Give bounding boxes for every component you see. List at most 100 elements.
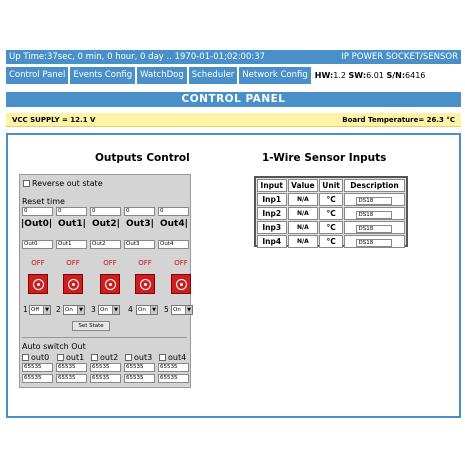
select-value: On <box>173 307 181 313</box>
chevron-down-icon: ▼ <box>112 306 119 314</box>
out-state-select-1[interactable]: Off ▼ <box>29 305 51 315</box>
out-name-input-3[interactable]: Out3 <box>124 240 155 249</box>
reverse-out-row[interactable]: Reverse out state <box>23 179 103 188</box>
auto-value-2-4[interactable]: 65535 <box>158 374 189 383</box>
auto-check-label-4: out4 <box>168 353 187 362</box>
select-number-1: 1 <box>23 305 28 314</box>
select-value: Off <box>31 307 40 313</box>
power-button-2[interactable] <box>100 274 120 294</box>
sensor-unit: °C <box>319 221 343 234</box>
out-name-input-4[interactable]: Out4 <box>158 240 189 249</box>
power-button-3[interactable] <box>135 274 155 294</box>
auto-value-1-4[interactable]: 65535 <box>158 363 189 372</box>
nav-network-config[interactable]: Network Config <box>239 67 311 84</box>
auto-check-3[interactable]: out3 <box>125 353 152 362</box>
chevron-down-icon: ▼ <box>185 306 192 314</box>
auto-value-2-0[interactable]: 65535 <box>22 374 53 383</box>
out-state-label-3: OFF <box>138 259 152 267</box>
version-info: HW:1.2 SW:6.01 S/N:6416 <box>315 71 426 80</box>
auto-checkbox-4[interactable] <box>159 354 166 361</box>
reset-time-input-3[interactable]: 0 <box>124 207 155 216</box>
auto-checkbox-0[interactable] <box>22 354 29 361</box>
sensors-title: 1-Wire Sensor Inputs <box>262 152 387 164</box>
power-icon <box>104 278 116 290</box>
select-number-5: 5 <box>164 305 169 314</box>
sensor-input: Inp4 <box>257 235 287 248</box>
auto-value-1-3[interactable]: 65535 <box>124 363 155 372</box>
column-header: Value <box>287 179 319 192</box>
reset-time-label: Reset time <box>22 197 65 206</box>
nav-control-panel[interactable]: Control Panel <box>6 67 69 84</box>
select-number-3: 3 <box>91 305 96 314</box>
auto-check-1[interactable]: out1 <box>57 353 84 362</box>
vcc-supply: VCC SUPPLY = 12.1 V <box>12 116 96 124</box>
auto-value-2-1[interactable]: 65535 <box>56 374 87 383</box>
out-state-select-2[interactable]: On ▼ <box>63 305 85 315</box>
auto-value-1-1[interactable]: 65535 <box>56 363 87 372</box>
auto-checkbox-1[interactable] <box>57 354 64 361</box>
nav-bar: Control Panel Events Config WatchDog Sch… <box>6 67 461 84</box>
sensor-value: N/A <box>287 193 319 206</box>
hw-label: HW: <box>314 71 334 80</box>
divider <box>22 337 187 338</box>
power-button-1[interactable] <box>63 274 83 294</box>
sensor-desc-cell: DS18 <box>343 235 405 248</box>
sensor-unit: °C <box>319 207 343 220</box>
out-header-3: Out3| <box>126 219 154 229</box>
auto-check-label-3: out3 <box>134 353 153 362</box>
nav-scheduler[interactable]: Scheduler <box>188 67 238 84</box>
table-row: Inp3 N/A °C DS18 <box>257 221 405 234</box>
out-header-2: Out2| <box>92 219 120 229</box>
set-state-button[interactable]: Set State <box>72 321 110 331</box>
chevron-down-icon: ▼ <box>43 306 50 314</box>
auto-check-4[interactable]: out4 <box>159 353 186 362</box>
power-icon <box>67 278 79 290</box>
auto-check-2[interactable]: out2 <box>91 353 118 362</box>
reset-time-input-4[interactable]: 0 <box>158 207 189 216</box>
sensor-input: Inp1 <box>257 193 287 206</box>
sensor-desc-cell: DS18 <box>343 193 405 206</box>
out-state-select-4[interactable]: On ▼ <box>136 305 158 315</box>
reset-time-input-1[interactable]: 0 <box>56 207 87 216</box>
table-row: Inp1 N/A °C DS18 <box>257 193 405 206</box>
sensor-desc-input[interactable]: DS18 <box>356 224 393 233</box>
power-icon <box>175 278 187 290</box>
select-value: On <box>138 307 146 313</box>
sensor-desc-input[interactable]: DS18 <box>356 210 393 219</box>
power-button-0[interactable] <box>28 274 48 294</box>
auto-value-2-3[interactable]: 65535 <box>124 374 155 383</box>
auto-check-label-1: out1 <box>66 353 85 362</box>
table-row: Inp2 N/A °C DS18 <box>257 207 405 220</box>
auto-value-2-2[interactable]: 65535 <box>90 374 121 383</box>
select-value: On <box>100 307 108 313</box>
column-header: Unit <box>319 179 343 192</box>
out-header-0: |Out0| <box>21 219 53 229</box>
reset-time-input-2[interactable]: 0 <box>90 207 121 216</box>
select-value: On <box>65 307 73 313</box>
out-name-input-1[interactable]: Out1 <box>56 240 87 249</box>
out-name-input-0[interactable]: Out0 <box>22 240 53 249</box>
out-state-select-5[interactable]: On ▼ <box>171 305 193 315</box>
reverse-checkbox[interactable] <box>23 180 30 187</box>
sensor-table: Input Value Unit Description Inp1 N/A °C… <box>254 176 408 248</box>
sensor-desc-cell: DS18 <box>343 221 405 234</box>
page: Up Time:37sec, 0 min, 0 hour, 0 day .. 1… <box>0 0 465 465</box>
auto-value-1-2[interactable]: 65535 <box>90 363 121 372</box>
auto-checkbox-3[interactable] <box>125 354 132 361</box>
sensor-desc-input[interactable]: DS18 <box>356 238 393 247</box>
nav-events-config[interactable]: Events Config <box>70 67 136 84</box>
serial-number: 6416 <box>405 71 426 80</box>
board-temperature: Board Temperature= 26.3 °C <box>342 116 455 124</box>
nav-watchdog[interactable]: WatchDog <box>137 67 187 84</box>
out-name-input-2[interactable]: Out2 <box>90 240 121 249</box>
chevron-down-icon: ▼ <box>150 306 157 314</box>
auto-value-1-0[interactable]: 65535 <box>22 363 53 372</box>
power-button-4[interactable] <box>171 274 191 294</box>
auto-check-0[interactable]: out0 <box>22 353 49 362</box>
reset-time-input-0[interactable]: 0 <box>22 207 53 216</box>
uptime-text: Up Time:37sec, 0 min, 0 hour, 0 day .. 1… <box>9 52 266 62</box>
sensor-desc-input[interactable]: DS18 <box>356 196 393 205</box>
auto-checkbox-2[interactable] <box>91 354 98 361</box>
out-state-select-3[interactable]: On ▼ <box>98 305 120 315</box>
column-header: Description <box>343 179 405 192</box>
